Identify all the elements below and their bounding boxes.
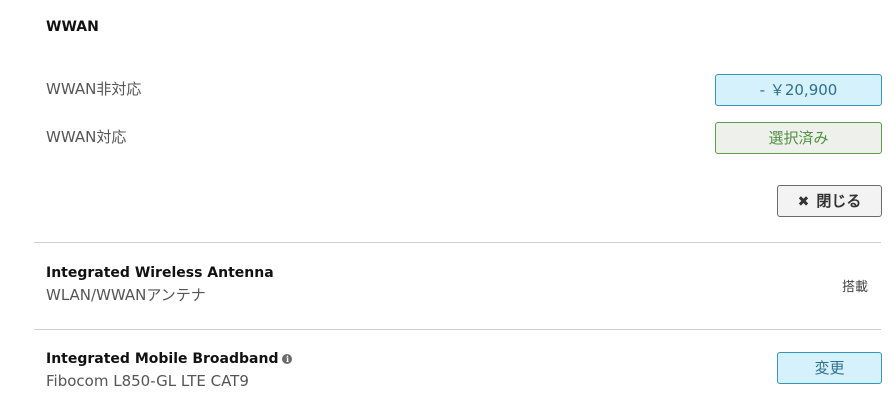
close-button-label: 閉じる (816, 192, 862, 210)
item-title-wireless-antenna: Integrated Wireless Antenna (46, 265, 274, 281)
selected-wwan-supported-button[interactable]: 選択済み (715, 122, 882, 154)
divider (34, 242, 881, 243)
close-button[interactable]: ✖ 閉じる (777, 185, 882, 217)
wwan-section-title: WWAN (46, 19, 99, 35)
option-label-wwan-unsupported: WWAN非対応 (46, 80, 142, 98)
close-icon: ✖ (797, 194, 810, 210)
item-subtitle-wireless-antenna: WLAN/WWANアンテナ (46, 286, 206, 304)
item-status-wireless-antenna: 搭載 (842, 280, 869, 295)
divider (34, 329, 881, 330)
info-icon[interactable]: i (282, 354, 293, 364)
item-title-mobile-broadband: Integrated Mobile Broadband i (46, 351, 293, 367)
change-mobile-broadband-button[interactable]: 変更 (777, 352, 882, 384)
select-wwan-unsupported-button[interactable]: - ￥20,900 (715, 74, 882, 106)
option-label-wwan-supported: WWAN対応 (46, 128, 127, 146)
configurator-panel: WWAN WWAN非対応 - ￥20,900 WWAN対応 選択済み ✖ 閉じる … (0, 0, 895, 410)
item-subtitle-mobile-broadband: Fibocom L850-GL LTE CAT9 (46, 372, 249, 390)
item-title-mobile-broadband-text: Integrated Mobile Broadband (46, 351, 279, 367)
